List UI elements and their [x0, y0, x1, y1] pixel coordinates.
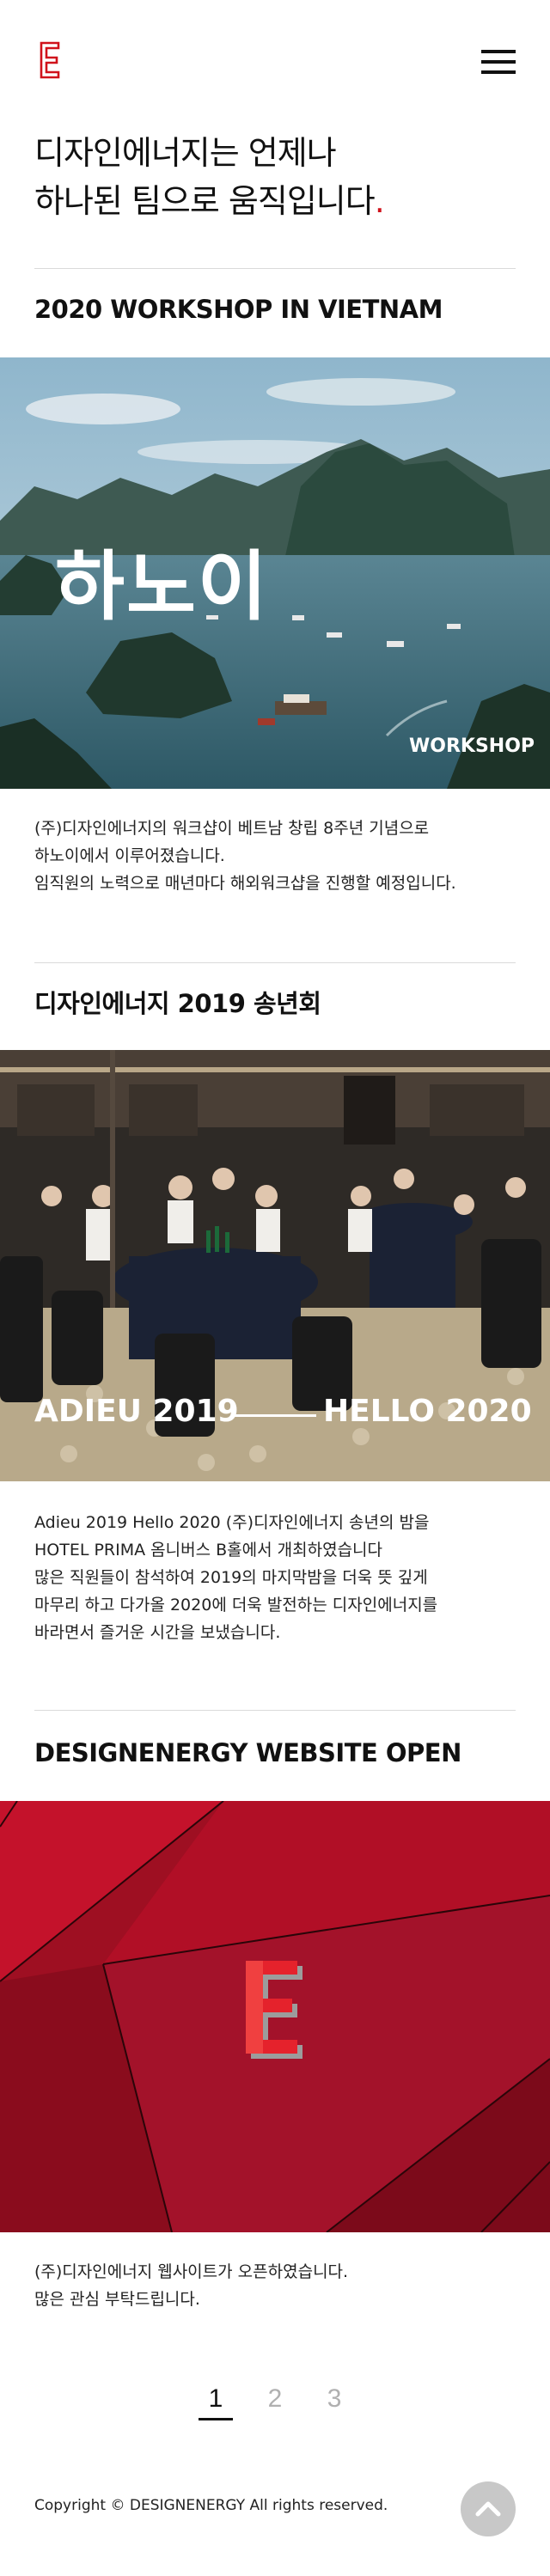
post-description-line: 많은 직원들이 참석하여 2019의 마지막밤을 더욱 뜻 깊게	[34, 1568, 428, 1587]
red-geometric-image	[0, 1801, 550, 2232]
divider	[34, 268, 516, 269]
e-logo-3d-icon	[246, 1961, 302, 2059]
hero-accent-dot: .	[374, 182, 385, 220]
divider	[34, 1710, 516, 1711]
hero-heading: 디자인에너지는 언제나 하나된 팀으로 움직입니다.	[34, 129, 516, 225]
post-description-line: 마무리 하고 다가올 2020에 더욱 발전하는 디자인에너지를	[34, 1596, 438, 1615]
hero-line-2-text: 하나된 팀으로 움직입니다	[34, 182, 376, 220]
logo-link[interactable]	[40, 41, 60, 79]
hamburger-icon-line	[481, 70, 516, 74]
image-caption-hello: HELLO 2020	[323, 1394, 532, 1429]
post-description-line: 바라면서 즐거운 시간을 보냈습니다.	[34, 1623, 281, 1642]
post-title[interactable]: 2020 WORKSHOP IN VIETNAM	[34, 292, 516, 327]
post-description-line: 많은 관심 부탁드립니다.	[34, 2290, 200, 2309]
copyright-text: Copyright © DESIGNENERGY All rights rese…	[34, 2497, 388, 2514]
post-image-website-open[interactable]	[0, 1801, 550, 2232]
hero-line-2: 하나된 팀으로 움직입니다.	[34, 177, 516, 225]
post-image-hanoi[interactable]: 하노이 WORKSHOP	[0, 357, 550, 789]
post-description-line: 임직원의 노력으로 매년마다 해외워크샵을 진행할 예정입니다.	[34, 874, 456, 893]
post-description: (주)디자인에너지 웹사이트가 오픈하였습니다. 많은 관심 부탁드립니다.	[34, 2258, 524, 2313]
image-caption-adieu: ADIEU 2019	[34, 1394, 239, 1429]
site-header	[0, 0, 550, 120]
post-description-line: Adieu 2019 Hello 2020 (주)디자인에너지 송년의 밤을	[34, 1513, 430, 1532]
post-description: Adieu 2019 Hello 2020 (주)디자인에너지 송년의 밤을 H…	[34, 1509, 524, 1646]
image-caption-hanoi: 하노이	[55, 542, 269, 631]
post-image-yearend-party[interactable]: ADIEU 2019 HELLO 2020	[0, 1050, 550, 1481]
scroll-to-top-button[interactable]	[461, 2481, 516, 2536]
chevron-up-icon	[475, 2501, 501, 2517]
image-caption-workshop: WORKSHOP	[409, 736, 535, 757]
menu-button[interactable]	[481, 50, 516, 74]
post-description: (주)디자인에너지의 워크샵이 베트남 창립 8주년 기념으로 하노이에서 이루…	[34, 815, 524, 897]
hero-line-1: 디자인에너지는 언제나	[34, 134, 337, 172]
post-title[interactable]: DESIGNENERGY WEBSITE OPEN	[34, 1736, 516, 1770]
post-title[interactable]: 디자인에너지 2019 송년회	[34, 986, 516, 1021]
page-3-link[interactable]: 3	[317, 2380, 351, 2418]
page-2-link[interactable]: 2	[258, 2380, 292, 2418]
post-description-line: (주)디자인에너지의 워크샵이 베트남 창립 8주년 기념으로	[34, 819, 430, 838]
post-description-line: (주)디자인에너지 웹사이트가 오픈하였습니다.	[34, 2262, 349, 2281]
pagination: 1 2 3	[0, 2380, 550, 2432]
divider	[34, 962, 516, 963]
logo-e-icon	[40, 41, 60, 79]
post-description-line: 하노이에서 이루어졌습니다.	[34, 846, 225, 865]
page-1-link[interactable]: 1	[198, 2380, 233, 2420]
hamburger-icon	[481, 50, 516, 53]
caption-separator-line	[234, 1414, 316, 1417]
hamburger-icon-line	[481, 60, 516, 64]
post-description-line: HOTEL PRIMA 옴니버스 B홀에서 개최하였습니다	[34, 1541, 383, 1560]
